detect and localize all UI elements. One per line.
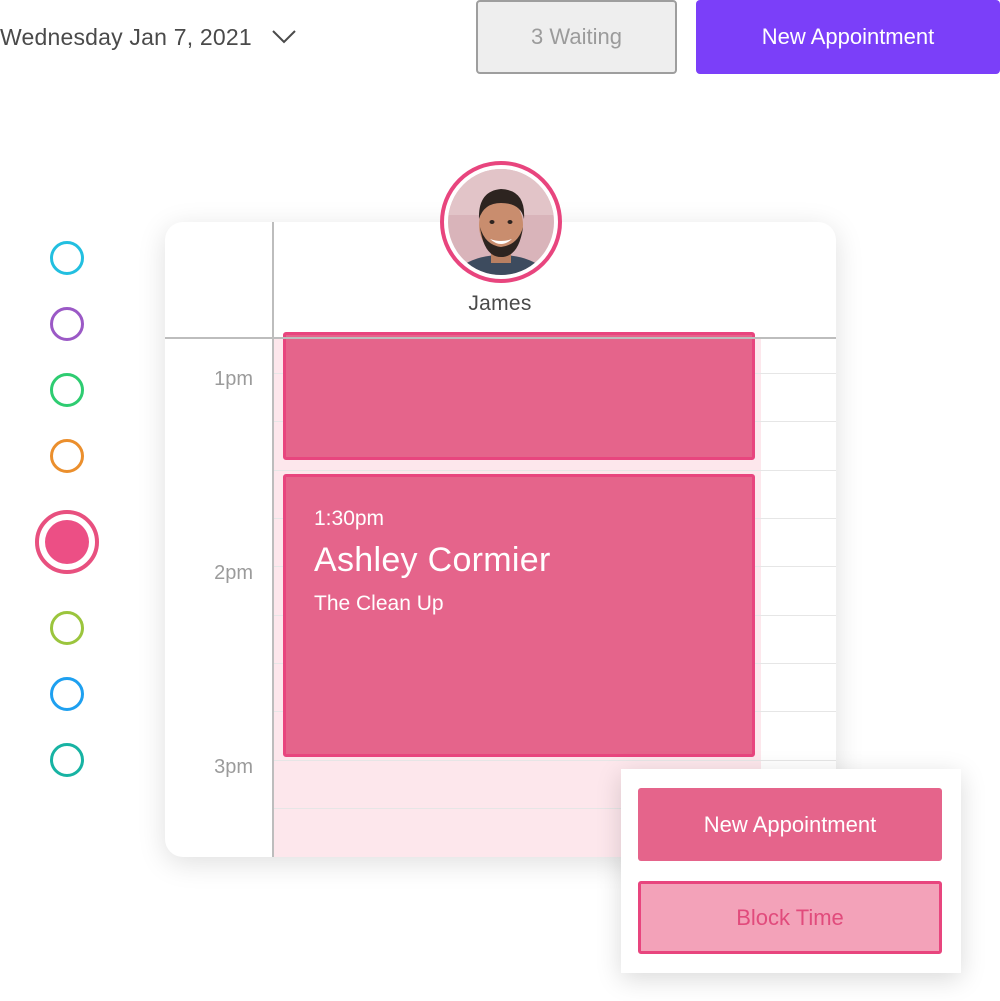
date-label: Wednesday Jan 7, 2021 <box>0 23 252 50</box>
avatar-photo-icon <box>448 169 554 275</box>
menu-new-appointment-button[interactable]: New Appointment <box>638 788 942 861</box>
staff-avatar[interactable] <box>440 161 562 283</box>
appointment-service: The Clean Up <box>314 592 444 615</box>
new-appointment-button-label: New Appointment <box>761 24 935 49</box>
color-option-purple[interactable] <box>50 307 84 341</box>
time-label: 1pm <box>214 368 253 390</box>
color-option-blue[interactable] <box>50 677 84 711</box>
slot-action-menu: New Appointment Block Time <box>621 769 961 973</box>
appointment-time: 1:30pm <box>314 507 385 530</box>
new-appointment-button[interactable]: New Appointment <box>696 0 1000 74</box>
date-selector[interactable]: Wednesday Jan 7, 2021 <box>0 18 296 56</box>
slot-line <box>274 760 836 761</box>
color-option-orange[interactable] <box>50 439 84 473</box>
menu-block-time-label: Block Time <box>736 904 844 930</box>
appointment-block[interactable]: 1:30pm Ashley Cormier The Clean Up <box>283 474 755 757</box>
slot-line <box>274 470 836 471</box>
color-option-cyan[interactable] <box>50 241 84 275</box>
menu-block-time-button[interactable]: Block Time <box>638 881 942 954</box>
staff-name: James <box>468 292 532 315</box>
time-label: 3pm <box>214 756 253 778</box>
color-option-teal[interactable] <box>50 743 84 777</box>
appointment-client-name: Ashley Cormier <box>314 541 551 579</box>
header-divider <box>165 337 836 339</box>
chevron-down-icon <box>272 30 296 44</box>
color-option-lime[interactable] <box>50 611 84 645</box>
waiting-button[interactable]: 3 Waiting <box>476 0 677 74</box>
color-option-pink-selected[interactable] <box>35 510 99 574</box>
time-label: 2pm <box>214 562 253 584</box>
color-option-green[interactable] <box>50 373 84 407</box>
calendar-card: 1:30pm Ashley Cormier The Clean Up 1pm 2… <box>165 222 836 857</box>
appointment-block-previous[interactable] <box>283 332 755 460</box>
waiting-button-label: 3 Waiting <box>531 24 622 49</box>
time-column-divider <box>272 222 274 857</box>
menu-new-appointment-label: New Appointment <box>703 811 877 837</box>
